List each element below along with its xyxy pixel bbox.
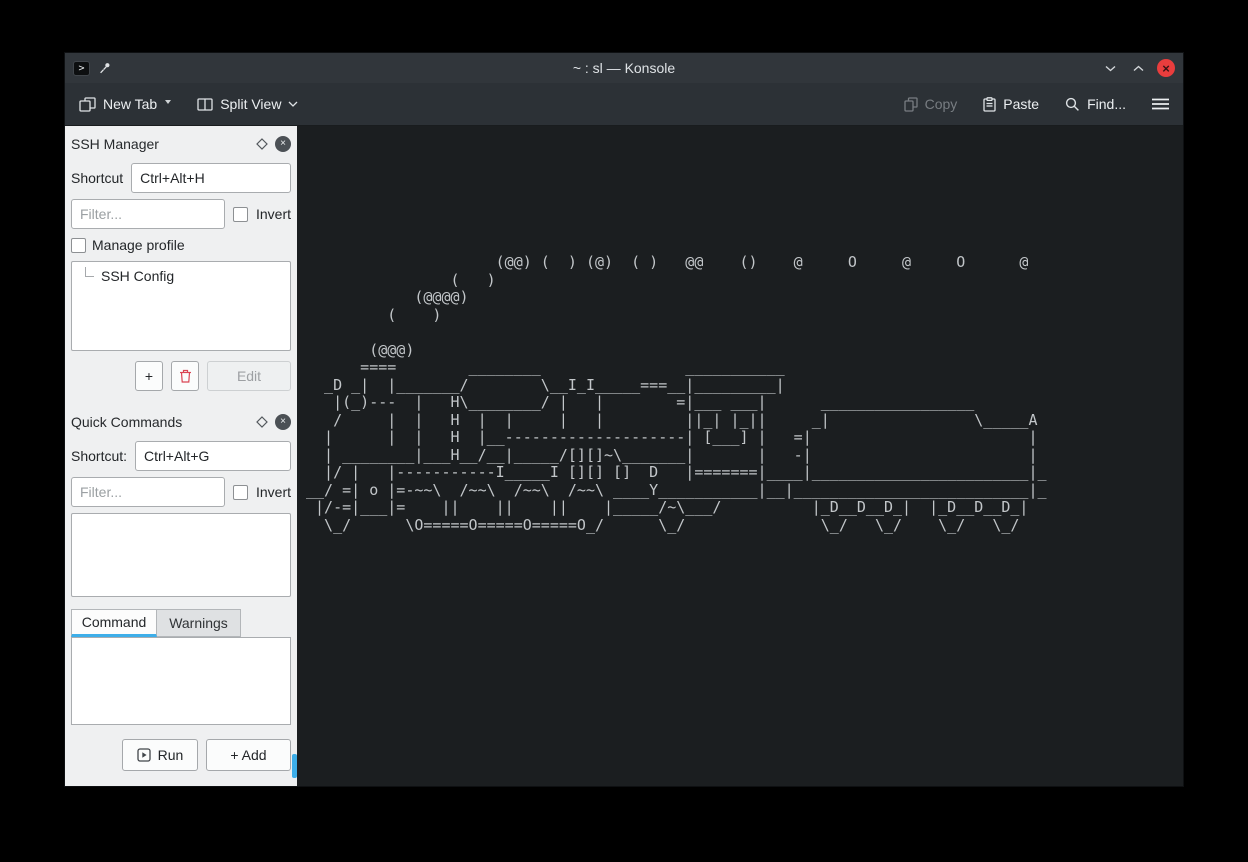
new-tab-icon <box>79 97 96 112</box>
paste-button[interactable]: Paste <box>983 96 1039 112</box>
minimize-button[interactable] <box>1101 59 1119 77</box>
sidebar-scrollbar-thumb[interactable] <box>292 754 297 778</box>
diamond-icon <box>256 416 268 428</box>
hamburger-icon <box>1152 98 1169 110</box>
chevron-down-icon <box>1105 65 1116 72</box>
search-icon <box>1065 97 1080 112</box>
qc-invert-label: Invert <box>256 484 291 500</box>
ssh-delete-button[interactable] <box>171 361 199 391</box>
terminal-area[interactable]: (@@) ( ) (@) ( ) @@ () @ O @ O @ ( ) (@@… <box>298 126 1183 786</box>
copy-icon <box>904 97 918 112</box>
split-view-icon <box>197 98 213 111</box>
float-panel-button[interactable] <box>256 138 268 150</box>
new-tab-button[interactable]: New Tab <box>79 96 171 112</box>
new-tab-label: New Tab <box>103 96 157 112</box>
split-view-button[interactable]: Split View <box>197 96 298 112</box>
close-panel-button[interactable]: × <box>275 414 291 430</box>
ssh-edit-button[interactable]: Edit <box>207 361 291 391</box>
toolbar: New Tab Split View <box>65 83 1183 126</box>
tab-warnings[interactable]: Warnings <box>157 609 241 637</box>
paste-icon <box>983 97 996 112</box>
ssh-manager-panel: SSH Manager × Shortcut <box>71 131 291 391</box>
close-button[interactable]: × <box>1157 59 1175 77</box>
pin-icon <box>98 61 112 75</box>
run-button[interactable]: Run <box>122 739 198 771</box>
tab-command[interactable]: Command <box>71 609 157 637</box>
maximize-button[interactable] <box>1129 59 1147 77</box>
ssh-filter-input[interactable] <box>71 199 225 229</box>
ssh-manager-title: SSH Manager <box>71 136 256 152</box>
edit-button-label: Edit <box>237 368 261 384</box>
close-icon: × <box>280 138 286 149</box>
split-view-label: Split View <box>220 96 281 112</box>
quick-commands-title: Quick Commands <box>71 414 256 430</box>
new-tab-dropdown-caret-icon[interactable] <box>165 100 171 104</box>
titlebar[interactable]: > ~ : sl — Konsole <box>65 53 1183 83</box>
terminal-output-sl-train: (@@) ( ) (@) ( ) @@ () @ O @ O @ ( ) (@@… <box>306 254 1183 534</box>
quick-commands-panel: Quick Commands × Shortcut: <box>71 409 291 771</box>
sidebar: SSH Manager × Shortcut <box>65 126 298 786</box>
shortcut-label: Shortcut <box>71 170 123 186</box>
ssh-invert-checkbox[interactable] <box>233 207 248 222</box>
tree-item-ssh-config[interactable]: SSH Config <box>76 267 286 284</box>
qc-add-button[interactable]: + Add <box>206 739 291 771</box>
ssh-manager-header[interactable]: SSH Manager × <box>71 131 291 157</box>
konsole-window: > ~ : sl — Konsole <box>64 52 1184 787</box>
copy-label: Copy <box>925 96 958 112</box>
close-icon: × <box>280 416 286 427</box>
shortcut-label: Shortcut: <box>71 448 127 464</box>
close-panel-button[interactable]: × <box>275 136 291 152</box>
qc-filter-input[interactable] <box>71 477 225 507</box>
ssh-config-list[interactable]: SSH Config <box>71 261 291 351</box>
tab-warnings-label: Warnings <box>169 615 228 631</box>
konsole-icon: > <box>73 61 90 76</box>
add-button-label: + Add <box>230 747 266 763</box>
manage-profile-checkbox[interactable] <box>71 238 86 253</box>
manage-profile-label: Manage profile <box>92 237 185 253</box>
tree-branch-icon <box>85 267 94 277</box>
find-label: Find... <box>1087 96 1126 112</box>
tree-item-label: SSH Config <box>101 268 174 284</box>
command-textarea[interactable] <box>71 637 291 725</box>
quick-commands-list[interactable] <box>71 513 291 597</box>
quick-commands-header[interactable]: Quick Commands × <box>71 409 291 435</box>
run-button-label: Run <box>158 747 184 763</box>
plus-icon: + <box>145 368 153 384</box>
ssh-add-button[interactable]: + <box>135 361 163 391</box>
find-button[interactable]: Find... <box>1065 96 1126 112</box>
trash-icon <box>179 369 192 383</box>
chevron-down-icon <box>288 101 298 107</box>
chevron-up-icon <box>1133 65 1144 72</box>
paste-label: Paste <box>1003 96 1039 112</box>
diamond-icon <box>256 138 268 150</box>
ssh-shortcut-input[interactable] <box>131 163 291 193</box>
tab-command-label: Command <box>82 614 147 630</box>
qc-shortcut-input[interactable] <box>135 441 291 471</box>
menu-button[interactable] <box>1152 98 1169 110</box>
copy-button[interactable]: Copy <box>904 96 958 112</box>
window-title: ~ : sl — Konsole <box>65 60 1183 76</box>
run-icon <box>137 748 151 762</box>
qc-tabs: Command Warnings <box>71 609 291 637</box>
close-icon: × <box>1162 62 1170 75</box>
ssh-invert-label: Invert <box>256 206 291 222</box>
float-panel-button[interactable] <box>256 416 268 428</box>
qc-invert-checkbox[interactable] <box>233 485 248 500</box>
